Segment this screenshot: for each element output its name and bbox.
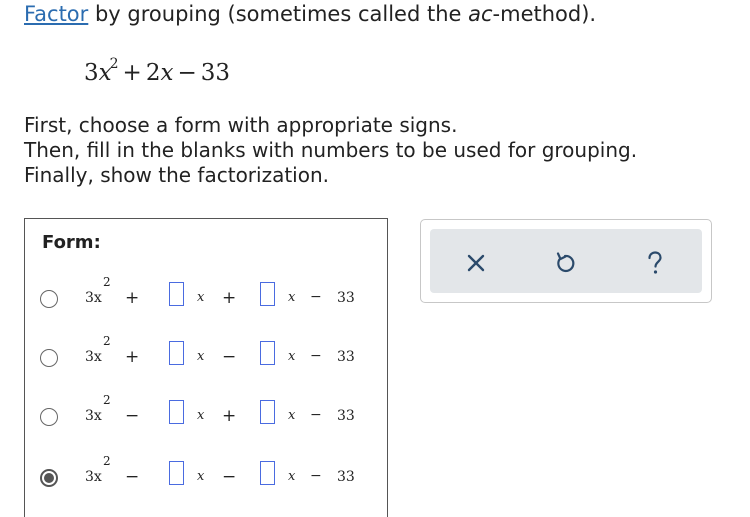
blank-input-2[interactable] [260, 341, 275, 365]
step-2: Then, fill in the blanks with numbers to… [24, 138, 638, 162]
option-coef: 3x [85, 349, 102, 365]
option-sign-2: − [222, 347, 237, 367]
option-exponent: 2 [103, 454, 111, 468]
polynomial-expression: 3x2 +2x −33 [84, 48, 230, 101]
option-const: 33 [337, 290, 355, 306]
option-x-2: x [288, 408, 296, 423]
option-coef: 3x [85, 469, 102, 485]
option-x-1: x [197, 408, 205, 423]
form-option-4-radio[interactable] [40, 469, 58, 487]
option-sign-3: − [310, 468, 322, 484]
blank-input-2[interactable] [260, 461, 275, 485]
close-icon [467, 254, 485, 272]
option-sign-3: − [310, 348, 322, 364]
option-const: 33 [337, 349, 355, 365]
option-exponent: 2 [103, 393, 111, 407]
form-option-4: 3x 2 − x − x − 33 [25, 454, 385, 500]
blank-input-1[interactable] [169, 282, 184, 306]
option-sign-1: + [125, 288, 140, 308]
poly-op2: − [177, 60, 197, 86]
option-exponent: 2 [103, 334, 111, 348]
poly-op1: + [122, 60, 142, 86]
option-coef: 3x [85, 290, 102, 306]
option-x-1: x [197, 349, 205, 364]
option-sign-2: + [222, 288, 237, 308]
undo-button[interactable] [551, 249, 579, 277]
option-sign-1: + [125, 347, 140, 367]
problem-page: Factor by grouping (sometimes called the… [0, 0, 750, 517]
option-exponent: 2 [103, 275, 111, 289]
answer-toolbar-panel [430, 229, 702, 293]
help-icon [648, 251, 662, 274]
help-button[interactable] [641, 249, 669, 277]
clear-button[interactable] [462, 249, 490, 277]
blank-input-1[interactable] [169, 461, 184, 485]
blank-input-2[interactable] [260, 400, 275, 424]
form-panel: Form: 3x 2 + x + x − 33 3x 2 + x − x − 3… [24, 218, 388, 517]
option-x-1: x [197, 290, 205, 305]
option-sign-2: − [222, 467, 237, 487]
option-x-2: x [288, 290, 296, 305]
option-sign-1: − [125, 406, 140, 426]
step-1: First, choose a form with appropriate si… [24, 113, 458, 137]
poly-lead-coef: 3 [84, 60, 99, 86]
form-title: Form: [42, 232, 101, 253]
blank-input-2[interactable] [260, 282, 275, 306]
option-sign-3: − [310, 407, 322, 423]
option-x-2: x [288, 469, 296, 484]
instruction-text-1: by grouping (sometimes called the [88, 2, 469, 26]
form-option-2: 3x 2 + x − x − 33 [25, 334, 385, 380]
answer-toolbar [420, 219, 712, 303]
poly-const: 33 [200, 60, 231, 86]
form-option-3-radio[interactable] [40, 408, 58, 426]
factor-link[interactable]: Factor [24, 2, 88, 26]
poly-mid-var: x [160, 60, 174, 86]
step-instructions: First, choose a form with appropriate si… [24, 113, 637, 188]
option-const: 33 [337, 469, 355, 485]
step-3: Finally, show the factorization. [24, 163, 329, 187]
poly-exponent: 2 [109, 56, 119, 72]
option-const: 33 [337, 408, 355, 424]
form-option-1-radio[interactable] [40, 290, 58, 308]
poly-mid-term: 2 [145, 60, 161, 86]
undo-icon [556, 252, 575, 273]
form-option-2-radio[interactable] [40, 349, 58, 367]
blank-input-1[interactable] [169, 341, 184, 365]
option-coef: 3x [85, 408, 102, 424]
option-x-2: x [288, 349, 296, 364]
blank-input-1[interactable] [169, 400, 184, 424]
form-option-3: 3x 2 − x + x − 33 [25, 393, 385, 439]
instruction-text-2: -method). [492, 2, 597, 26]
problem-instruction: Factor by grouping (sometimes called the… [24, 0, 596, 28]
option-sign-3: − [310, 289, 322, 305]
instruction-ac: ac [468, 2, 493, 26]
option-sign-1: − [125, 467, 140, 487]
option-x-1: x [197, 469, 205, 484]
form-option-1: 3x 2 + x + x − 33 [25, 275, 385, 321]
option-sign-2: + [222, 406, 237, 426]
